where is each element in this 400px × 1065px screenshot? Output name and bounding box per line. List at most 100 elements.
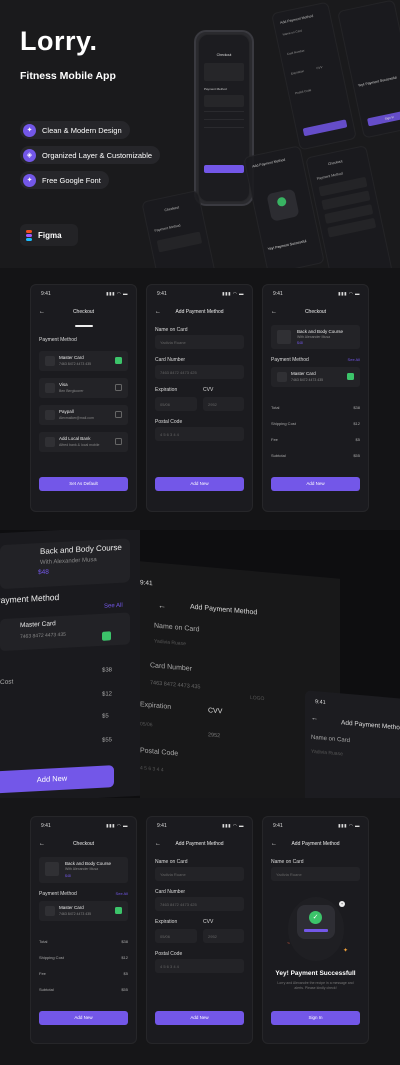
signal-icon: ▮▮▮ ◠ ▬ xyxy=(338,823,360,828)
checkbox-checked[interactable] xyxy=(115,907,122,914)
expiration-input[interactable]: 05/06 xyxy=(155,397,197,411)
visa-icon xyxy=(45,383,55,393)
back-arrow-icon[interactable]: ← xyxy=(155,841,161,847)
payment-card-item[interactable]: Master Card 7463 8472 4473 435 xyxy=(39,351,128,371)
see-all-link[interactable]: See All xyxy=(116,891,128,896)
name-label: Name on Card xyxy=(155,327,188,333)
zoom-card-logo: LOGO xyxy=(250,694,265,703)
signal-icon: ▮▮▮ ◠ ▬ xyxy=(222,823,244,828)
cvv-input[interactable]: 2952 xyxy=(203,397,244,411)
status-bar: 9:41 ▮▮▮ ◠ ▬ xyxy=(157,823,244,829)
back-arrow-icon[interactable]: ← xyxy=(39,309,45,315)
peek-button[interactable] xyxy=(302,119,348,137)
back-arrow-icon[interactable]: ← xyxy=(271,309,277,315)
figma-logo-icon xyxy=(26,229,32,241)
screen-title: Add Payment Method xyxy=(175,309,224,315)
paypal-icon xyxy=(45,410,55,420)
see-all-link[interactable]: See All xyxy=(348,357,360,362)
screen-header: ← Checkout xyxy=(263,309,368,323)
peek-heading: Yey! Payment Successful xyxy=(357,75,397,88)
checkbox[interactable] xyxy=(115,384,122,391)
brand-title: Lorry. xyxy=(20,26,98,56)
cvv-label: CVV xyxy=(203,387,214,393)
section-title: Payment Method xyxy=(271,357,309,363)
zoom-cvv-input[interactable]: 2952 xyxy=(208,732,220,739)
zoom-back-arrow-icon[interactable]: ← xyxy=(311,715,318,723)
back-arrow-icon[interactable]: ← xyxy=(155,309,161,315)
postal-code-input[interactable]: 4 5 6 3 4 4 xyxy=(155,427,244,441)
course-card[interactable]: Back and Body Course With Alexander Musa… xyxy=(39,857,128,883)
zoom-expiration-input[interactable]: 05/06 xyxy=(140,721,153,728)
payment-card-item[interactable]: Master Card 7463 8472 4473 435 xyxy=(39,901,128,921)
payment-card-item[interactable]: Paypall Alexmaiker@mail.com xyxy=(39,405,128,425)
screens-row-2: 9:41 ▮▮▮ ◠ ▬ ← Checkout Back and Body Cour… xyxy=(0,798,400,1065)
add-new-button[interactable]: Add New xyxy=(271,477,360,491)
zoom-name-input[interactable]: Yadivia Ruase xyxy=(154,638,274,662)
add-new-button[interactable]: Add New xyxy=(39,1011,128,1025)
add-new-button[interactable] xyxy=(204,165,244,173)
zoom-postal-input[interactable]: 4 5 6 3 4 4 xyxy=(140,765,164,773)
layers-icon: ◈ xyxy=(23,148,36,162)
card-stripe xyxy=(304,929,328,932)
showcase-page: Lorry. Fitness Mobile App ✦ Clean & Mode… xyxy=(0,0,400,1065)
peek-label: CVV xyxy=(316,65,323,71)
status-bar: 9:41 ▮▮▮ ◠ ▬ xyxy=(41,823,128,829)
zoom-name-input[interactable]: Yadivia Ruase xyxy=(311,749,343,758)
set-default-button[interactable]: Set As Default xyxy=(39,477,128,491)
zoom-time: 9:41 xyxy=(140,579,153,588)
checkbox-checked[interactable] xyxy=(347,373,354,380)
checkbox[interactable] xyxy=(115,438,122,445)
tab-indicator xyxy=(74,325,93,327)
checkbox[interactable] xyxy=(115,411,122,418)
peek-card[interactable] xyxy=(156,231,203,253)
cvv-input[interactable]: 2952 xyxy=(203,929,244,943)
payment-card-item[interactable]: Visa Ben Bergkoorer xyxy=(39,378,128,398)
summary-row: Total $38 xyxy=(271,405,360,410)
name-on-card-input[interactable]: Yadivia Ruane xyxy=(271,867,360,881)
card-number-input[interactable]: 7463 8472 4473 425 xyxy=(155,365,244,379)
checkbox-checked[interactable] xyxy=(115,357,122,364)
zoom-add-new-button[interactable]: Add New xyxy=(0,765,114,794)
close-icon[interactable]: + xyxy=(339,901,345,907)
add-new-button[interactable]: Add New xyxy=(155,1011,244,1025)
mastercard-icon xyxy=(45,356,55,366)
figma-badge: Figma xyxy=(20,224,78,246)
section-title: Payment Method xyxy=(39,891,77,897)
course-thumbnail xyxy=(277,330,291,344)
payment-card-item[interactable]: Add Local Bank Alfred bank & local mobil… xyxy=(39,432,128,452)
name-on-card-input[interactable]: Yadivia Ruane xyxy=(155,335,244,349)
sign-in-button[interactable]: Sign In xyxy=(271,1011,360,1025)
screen-title: Checkout xyxy=(72,309,95,315)
course-author: With Alexander Musa xyxy=(65,867,99,871)
add-new-button[interactable]: Add New xyxy=(155,477,244,491)
success-heading: Yey! Payment Successfull xyxy=(275,970,356,977)
back-arrow-icon[interactable]: ← xyxy=(39,841,45,847)
back-arrow-icon[interactable]: ← xyxy=(271,841,277,847)
zoom-checkbox-checked[interactable] xyxy=(102,631,111,641)
screen-header: ← Checkout xyxy=(31,841,136,855)
zoom-number-input[interactable]: 7463 8472 4473 435 xyxy=(150,680,200,690)
card-number-label: Card Number xyxy=(155,357,186,363)
card-number-input[interactable]: 7463 8472 4473 425 xyxy=(155,897,244,911)
section-title: Payment Method xyxy=(39,337,77,343)
zoom-postal-label: Postal Code xyxy=(140,747,179,758)
card-row[interactable] xyxy=(204,95,244,107)
course-title: Back and Body Course xyxy=(65,861,112,866)
hero-section: Lorry. Fitness Mobile App ✦ Clean & Mode… xyxy=(0,0,400,268)
zoom-see-all-link[interactable]: See All xyxy=(104,603,123,610)
name-on-card-input[interactable]: Yadivia Ruane xyxy=(155,867,244,881)
zoom-section-title: Payment Method xyxy=(0,592,60,606)
expiration-input[interactable]: 05/06 xyxy=(155,929,197,943)
peek-sign-in-button[interactable]: Sign In xyxy=(367,109,400,127)
signal-icon: ▮▮▮ ◠ ▬ xyxy=(106,823,128,828)
zoom-time: 9:41 xyxy=(315,699,326,707)
postal-code-input[interactable]: 4 5 6 3 4 4 xyxy=(155,959,244,973)
card-sub: Alexmaiker@mail.com xyxy=(59,416,94,420)
payment-card-item[interactable]: Master Card 7463 8472 4473 435 xyxy=(271,367,360,387)
course-author: With Alexander Musa xyxy=(297,335,331,339)
zoom-back-arrow-icon[interactable]: ← xyxy=(158,601,166,611)
feature-pill: ✦ Free Google Font xyxy=(20,171,109,189)
summary-row: Total $38 xyxy=(39,939,128,944)
course-card[interactable]: Back and Body Course With Alexander Musa… xyxy=(271,325,360,349)
screen-header: ← Checkout xyxy=(31,309,136,323)
